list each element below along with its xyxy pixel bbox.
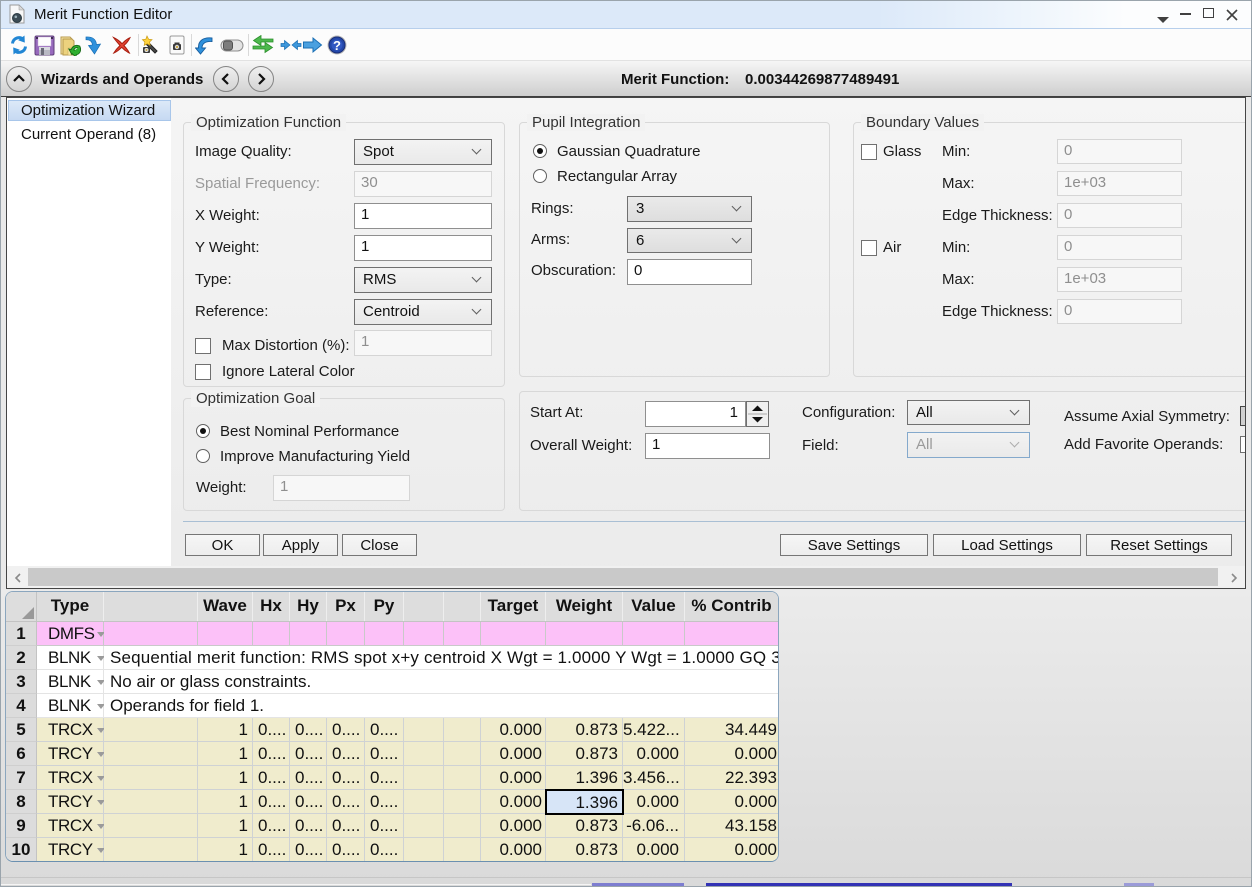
svg-text:?: ? (333, 38, 341, 53)
